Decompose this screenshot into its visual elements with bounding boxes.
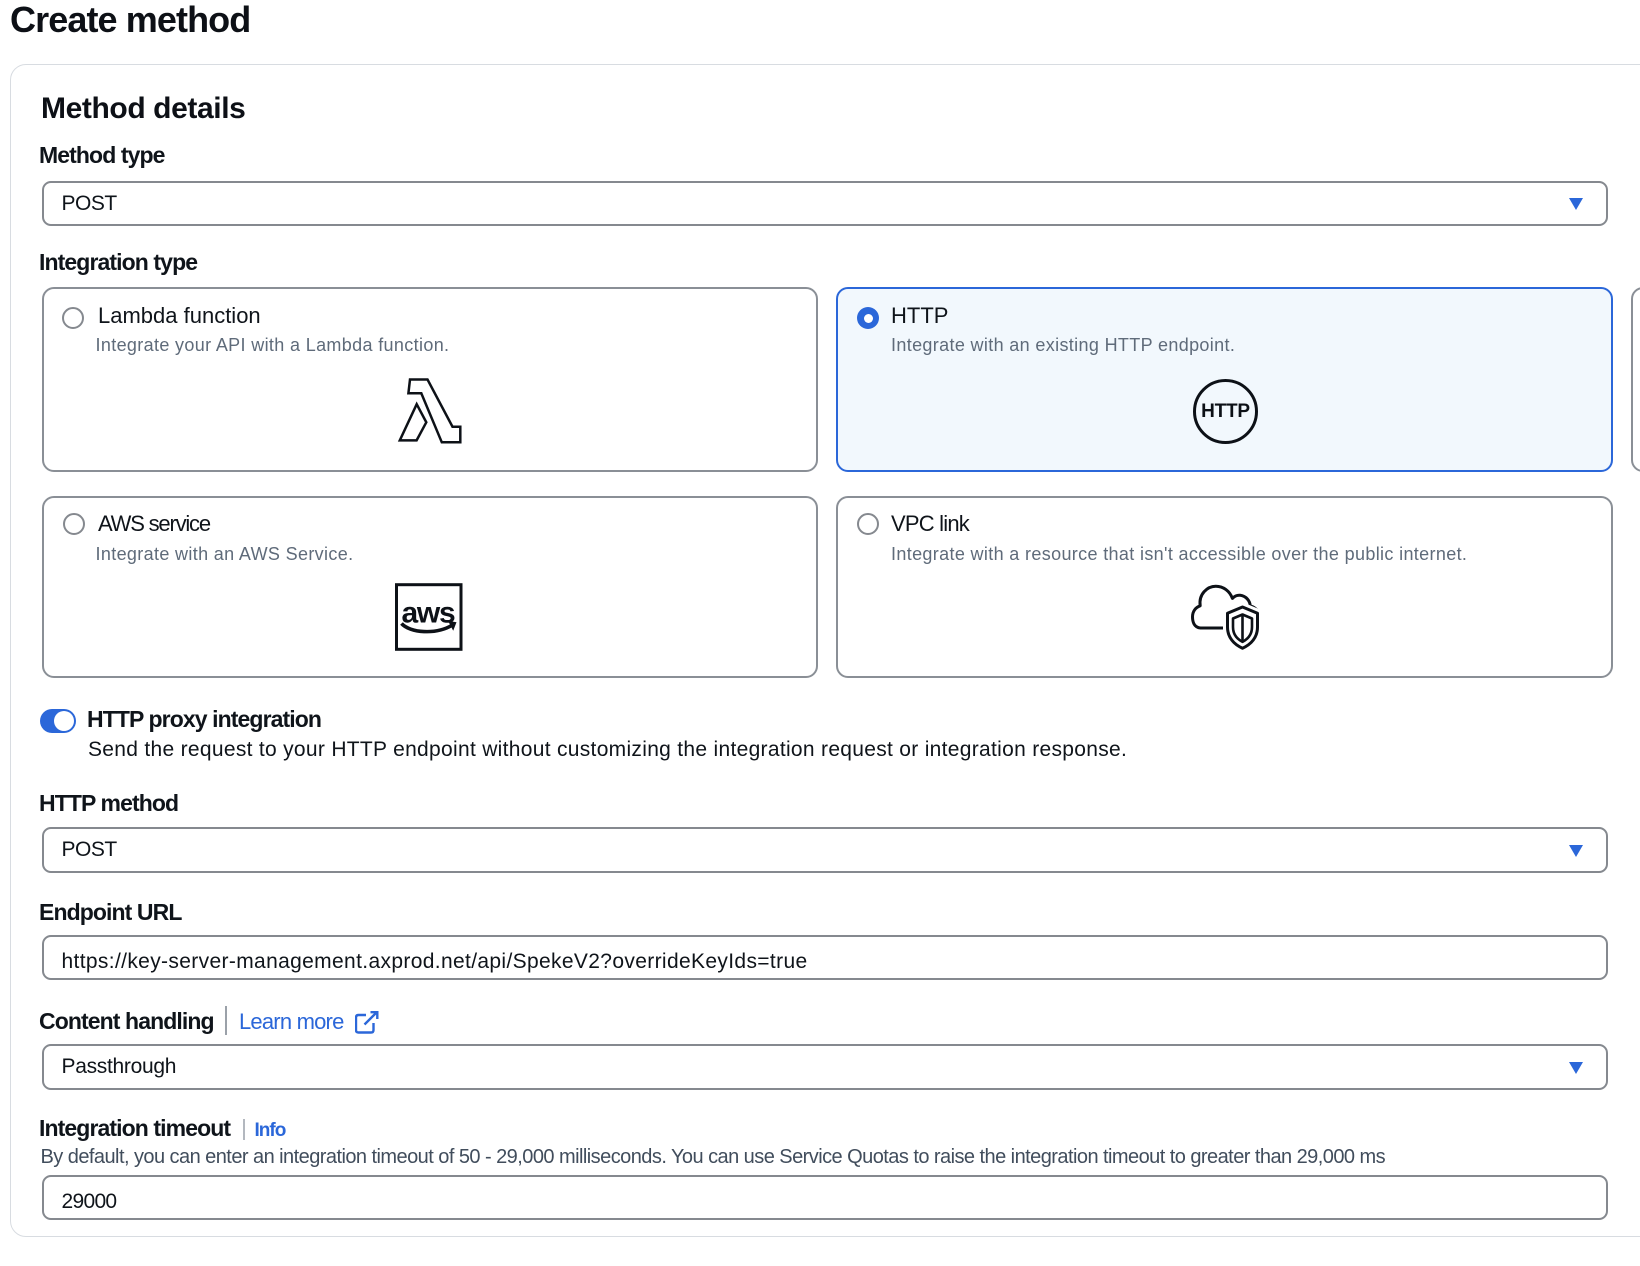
svg-text:aws: aws <box>401 597 455 630</box>
